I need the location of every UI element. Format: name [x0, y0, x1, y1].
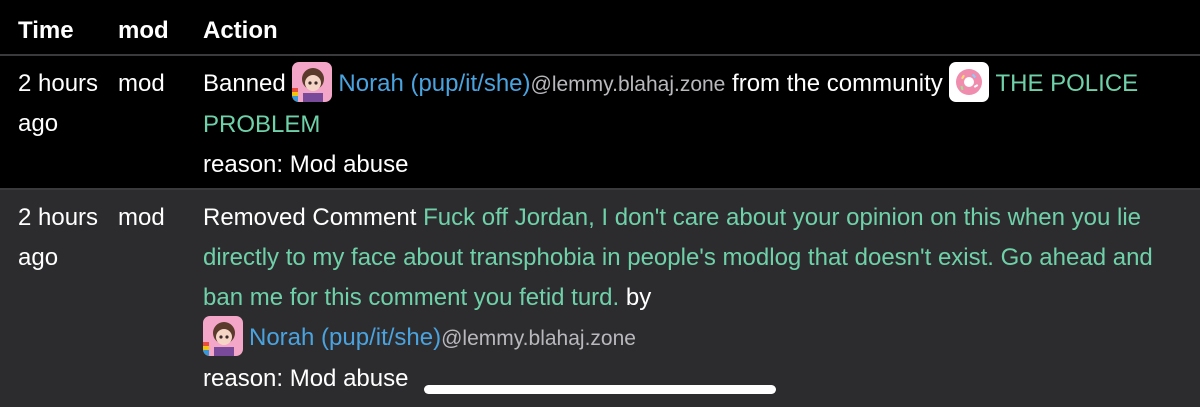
user-avatar-icon[interactable]	[292, 61, 333, 102]
by-text: by	[625, 284, 652, 311]
column-header-time: Time	[18, 17, 74, 44]
table-row: 2 hours ago mod Banned Norah (pup/it/she…	[0, 56, 1200, 188]
table-header: Time mod Action	[0, 0, 1200, 56]
user-avatar-icon[interactable]	[203, 315, 243, 356]
table-row: 2 hours ago mod Removed Comment Fuck off…	[0, 188, 1200, 407]
reason-text: reason: Mod abuse	[203, 151, 409, 178]
user-instance: @lemmy.blahaj.zone	[441, 327, 636, 350]
community-donut-icon[interactable]	[949, 61, 990, 102]
time-cell: 2 hours ago	[18, 70, 99, 137]
column-header-mod: mod	[118, 17, 169, 44]
action-cell: Banned Norah (pup/it/she)@lemmy.blahaj.z…	[203, 61, 1188, 185]
reason-text: reason: Mod abuse	[203, 365, 409, 392]
time-cell: 2 hours ago	[18, 204, 99, 271]
user-link[interactable]: Norah (pup/it/she)	[249, 324, 441, 351]
home-indicator[interactable]	[424, 385, 776, 394]
mod-cell: mod	[118, 204, 165, 231]
user-instance: @lemmy.blahaj.zone	[530, 73, 726, 96]
connector-text: from the community	[732, 70, 943, 97]
mod-cell: mod	[118, 70, 165, 97]
action-verb: Banned	[203, 70, 286, 97]
column-header-action: Action	[203, 17, 278, 44]
user-link[interactable]: Norah (pup/it/she)	[338, 70, 530, 97]
action-verb: Removed Comment	[203, 204, 417, 231]
action-cell: Removed Comment Fuck off Jordan, I don't…	[203, 198, 1188, 399]
